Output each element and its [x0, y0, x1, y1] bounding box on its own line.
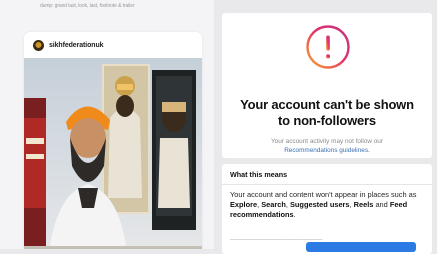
search-highlight: Search	[261, 200, 286, 209]
what-this-means-title: What this means	[230, 170, 288, 179]
primary-action-button[interactable]	[306, 242, 416, 252]
recommendation-guidelines-link[interactable]: Recommendations guidelines.	[284, 147, 370, 154]
post-card[interactable]: sikhfederationuk	[24, 32, 202, 249]
what-this-means-card: What this means Your account and content…	[222, 164, 432, 254]
more-text-faded: ▁▁▁▁▁▁▁▁▁▁▁▁▁▁▁▁▁▁▁▁	[230, 235, 323, 240]
reels-highlight: Reels	[353, 200, 374, 209]
post-caption-snippet: dump: grand last, look, last, footnote &…	[40, 3, 135, 9]
explore-highlight: Explore	[230, 200, 258, 209]
body-text: Your account and content won't appear in…	[230, 190, 417, 199]
restriction-subtitle-text: Your account activity may not follow our	[270, 138, 383, 145]
post-username[interactable]: sikhfederationuk	[49, 42, 104, 49]
restriction-title: Your account can't be shown to non-follo…	[222, 97, 432, 129]
restriction-title-line1: Your account can't be shown	[240, 97, 414, 112]
separator: .	[293, 210, 296, 219]
post-header: sikhfederationuk	[24, 32, 202, 58]
post-panel: dump: grand last, look, last, footnote &…	[0, 0, 214, 249]
exclamation-circle-icon	[306, 25, 350, 69]
restriction-card: Your account can't be shown to non-follo…	[222, 13, 432, 158]
restriction-title-line2: to non-followers	[278, 113, 376, 128]
separator: and	[373, 200, 390, 209]
what-this-means-body: Your account and content won't appear in…	[230, 190, 426, 220]
avatar[interactable]	[33, 39, 44, 51]
divider	[222, 184, 432, 185]
account-status-panel: Your account can't be shown to non-follo…	[214, 0, 437, 254]
restriction-subtitle: Your account activity may not follow our…	[247, 137, 407, 155]
suggested-users-highlight: Suggested users	[289, 200, 350, 209]
post-photo	[24, 58, 202, 249]
post-image[interactable]	[24, 58, 202, 249]
